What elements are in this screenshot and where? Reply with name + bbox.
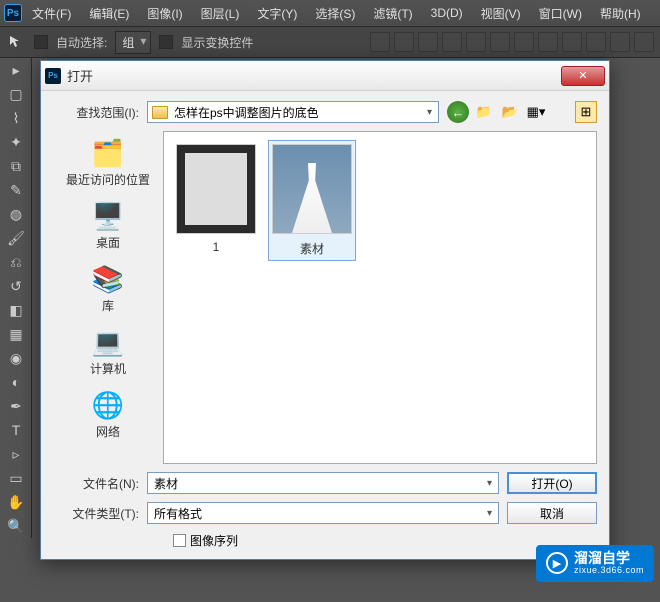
- align-btn[interactable]: [490, 32, 510, 52]
- lookin-label: 查找范围(I):: [53, 104, 139, 121]
- extra-button[interactable]: ⊞: [575, 101, 597, 123]
- auto-select-checkbox[interactable]: [34, 35, 48, 49]
- tool-blur[interactable]: ◉: [0, 346, 32, 370]
- move-tool-icon: [6, 32, 26, 52]
- align-btn[interactable]: [514, 32, 534, 52]
- ps-menu-bar: Ps 文件(F) 编辑(E) 图像(I) 图层(L) 文字(Y) 选择(S) 滤…: [0, 0, 660, 26]
- menu-edit[interactable]: 编辑(E): [81, 1, 137, 26]
- up-button[interactable]: 📁: [473, 101, 495, 123]
- open-button[interactable]: 打开(O): [507, 472, 597, 494]
- tool-hand[interactable]: ✋: [0, 490, 32, 514]
- place-computer[interactable]: 💻 计算机: [53, 320, 163, 383]
- tool-shape[interactable]: ▭: [0, 466, 32, 490]
- watermark-main: 溜溜自学: [574, 551, 644, 566]
- network-icon: 🌐: [90, 389, 126, 421]
- filetype-label: 文件类型(T):: [53, 505, 139, 522]
- align-btn[interactable]: [370, 32, 390, 52]
- new-folder-button[interactable]: 📂: [499, 101, 521, 123]
- align-btn[interactable]: [466, 32, 486, 52]
- file-thumbnail: [176, 144, 256, 234]
- menu-filter[interactable]: 滤镜(T): [365, 1, 420, 26]
- filename-input[interactable]: 素材: [147, 472, 499, 494]
- align-btn[interactable]: [442, 32, 462, 52]
- tool-healing[interactable]: ◍: [0, 202, 32, 226]
- menu-image[interactable]: 图像(I): [139, 1, 190, 26]
- computer-icon: 💻: [90, 326, 126, 358]
- views-button[interactable]: ▦▾: [525, 101, 547, 123]
- tool-wand[interactable]: ✦: [0, 130, 32, 154]
- menu-layer[interactable]: 图层(L): [193, 1, 248, 26]
- file-item-selected[interactable]: 素材: [268, 140, 356, 261]
- tool-crop[interactable]: ⧉: [0, 154, 32, 178]
- place-desktop[interactable]: 🖥️ 桌面: [53, 194, 163, 257]
- menu-view[interactable]: 视图(V): [473, 1, 529, 26]
- align-btn[interactable]: [610, 32, 630, 52]
- dialog-ps-icon: Ps: [45, 68, 61, 84]
- options-bar: 自动选择: 组 显示变换控件: [0, 26, 660, 58]
- menu-3d[interactable]: 3D(D): [423, 2, 471, 24]
- align-btn[interactable]: [634, 32, 654, 52]
- tool-eyedropper[interactable]: ✎: [0, 178, 32, 202]
- align-btn[interactable]: [586, 32, 606, 52]
- recent-icon: 🗂️: [90, 137, 126, 169]
- align-btn[interactable]: [562, 32, 582, 52]
- tool-eraser[interactable]: ◧: [0, 298, 32, 322]
- ps-logo-icon: Ps: [4, 4, 22, 22]
- align-btn[interactable]: [418, 32, 438, 52]
- place-recent[interactable]: 🗂️ 最近访问的位置: [53, 131, 163, 194]
- tool-move[interactable]: ▸: [0, 58, 32, 82]
- back-button[interactable]: ←: [447, 101, 469, 123]
- show-transform-label: 显示变换控件: [181, 34, 253, 51]
- desktop-icon: 🖥️: [90, 200, 126, 232]
- file-name: 1: [213, 240, 220, 254]
- library-icon: 📚: [90, 263, 126, 295]
- auto-select-label: 自动选择:: [56, 34, 107, 51]
- play-icon: ▶: [546, 552, 568, 574]
- tool-gradient[interactable]: ▦: [0, 322, 32, 346]
- tool-stamp[interactable]: ⎌: [0, 250, 32, 274]
- close-button[interactable]: ✕: [561, 66, 605, 86]
- open-dialog: Ps 打开 ✕ 查找范围(I): 怎样在ps中调整图片的底色 ← 📁 📂 ▦▾ …: [40, 60, 610, 560]
- places-bar: 🗂️ 最近访问的位置 🖥️ 桌面 📚 库 💻 计算机 🌐 网络: [53, 131, 163, 464]
- align-btn[interactable]: [538, 32, 558, 52]
- tool-dodge[interactable]: ◐: [0, 370, 32, 394]
- dialog-title: 打开: [67, 66, 561, 85]
- watermark: ▶ 溜溜自学 zixue.3d66.com: [536, 545, 654, 582]
- dialog-titlebar: Ps 打开 ✕: [41, 61, 609, 91]
- cancel-button[interactable]: 取消: [507, 502, 597, 524]
- tool-zoom[interactable]: 🔍: [0, 514, 32, 538]
- show-transform-checkbox[interactable]: [159, 35, 173, 49]
- place-library[interactable]: 📚 库: [53, 257, 163, 320]
- toolbox: ▸ ▢ ⌇ ✦ ⧉ ✎ ◍ 🖌 ⎌ ↺ ◧ ▦ ◉ ◐ ✒ T ▹ ▭ ✋ 🔍: [0, 58, 32, 538]
- lookin-dropdown[interactable]: 怎样在ps中调整图片的底色: [147, 101, 439, 123]
- tool-brush[interactable]: 🖌: [0, 226, 32, 250]
- align-buttons: [370, 32, 654, 52]
- menu-select[interactable]: 选择(S): [307, 1, 363, 26]
- folder-icon: [152, 106, 168, 119]
- menu-window[interactable]: 窗口(W): [531, 1, 590, 26]
- image-sequence-checkbox[interactable]: [173, 534, 186, 547]
- file-name: 素材: [300, 240, 324, 257]
- place-network[interactable]: 🌐 网络: [53, 383, 163, 446]
- image-sequence-label: 图像序列: [190, 532, 238, 549]
- filetype-select[interactable]: 所有格式: [147, 502, 499, 524]
- tool-text[interactable]: T: [0, 418, 32, 442]
- align-btn[interactable]: [394, 32, 414, 52]
- tool-pen[interactable]: ✒: [0, 394, 32, 418]
- group-select[interactable]: 组: [115, 31, 151, 54]
- menu-help[interactable]: 帮助(H): [592, 1, 649, 26]
- tool-history[interactable]: ↺: [0, 274, 32, 298]
- file-item[interactable]: 1: [172, 140, 260, 258]
- watermark-sub: zixue.3d66.com: [574, 566, 644, 576]
- tool-path[interactable]: ▹: [0, 442, 32, 466]
- menu-text[interactable]: 文字(Y): [249, 1, 305, 26]
- lookin-value: 怎样在ps中调整图片的底色: [174, 104, 434, 121]
- menu-file[interactable]: 文件(F): [24, 1, 79, 26]
- tool-lasso[interactable]: ⌇: [0, 106, 32, 130]
- tool-marquee[interactable]: ▢: [0, 82, 32, 106]
- filename-label: 文件名(N):: [53, 475, 139, 492]
- file-thumbnail: [272, 144, 352, 234]
- file-list[interactable]: 1 素材: [163, 131, 597, 464]
